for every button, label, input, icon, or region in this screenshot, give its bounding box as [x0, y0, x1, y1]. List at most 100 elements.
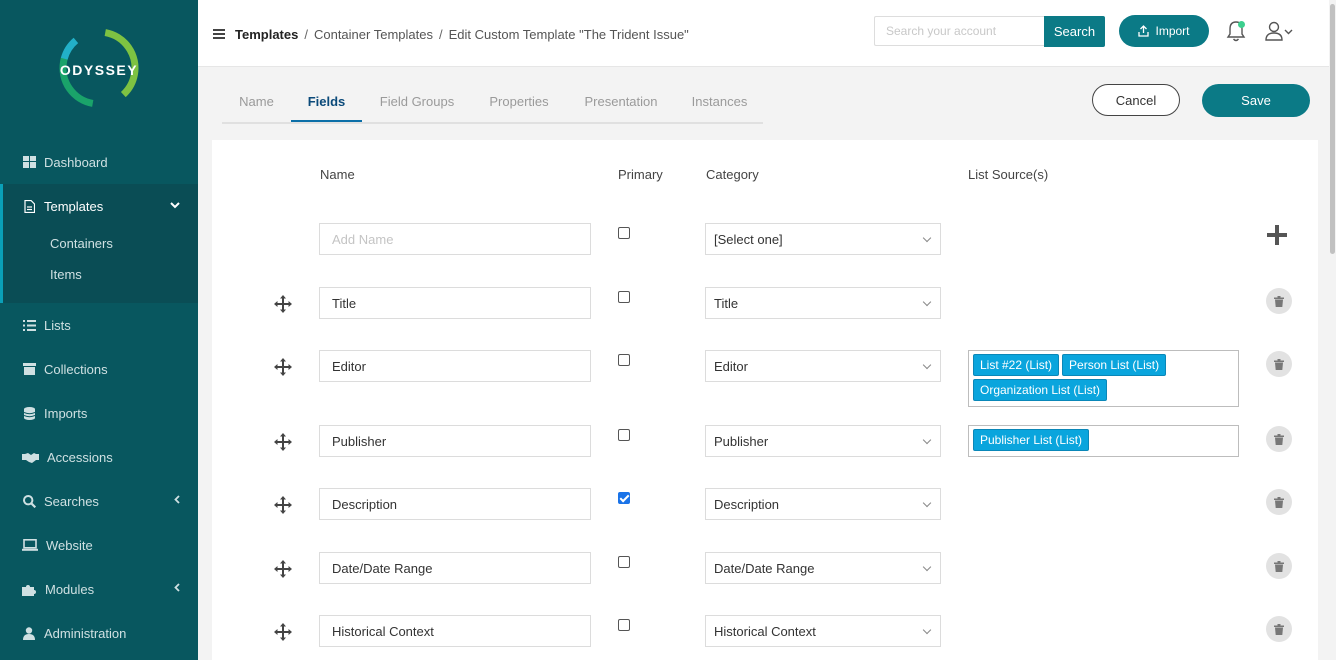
field-name-input[interactable] — [319, 287, 591, 319]
sidebar-item-templates[interactable]: Templates — [3, 184, 198, 228]
sidebar-item-administration[interactable]: Administration — [0, 611, 198, 655]
import-button[interactable]: Import — [1119, 15, 1209, 47]
breadcrumb: Templates / Container Templates / Edit Custo… — [235, 27, 689, 42]
field-name-input[interactable] — [319, 350, 591, 382]
save-button[interactable]: Save — [1202, 84, 1310, 117]
primary-checkbox[interactable] — [618, 556, 630, 568]
document-icon — [22, 199, 36, 213]
sidebar-subitem-items[interactable]: Items — [3, 259, 198, 303]
category-select-value: Title — [714, 295, 739, 311]
category-select[interactable]: Historical Context — [705, 615, 941, 647]
category-select[interactable]: Publisher — [705, 425, 941, 457]
list-source-tag[interactable]: Organization List (List) — [973, 379, 1108, 401]
breadcrumb-item-templates[interactable]: Templates — [235, 27, 298, 42]
menu-icon[interactable] — [213, 29, 225, 39]
sidebar-item-lists[interactable]: Lists — [0, 303, 198, 347]
sidebar-item-accessions[interactable]: Accessions — [0, 435, 198, 479]
delete-field-button[interactable] — [1266, 489, 1292, 515]
chevron-down-icon — [170, 201, 180, 212]
sidebar-item-label: Templates — [44, 198, 104, 214]
primary-checkbox[interactable] — [618, 492, 630, 504]
sidebar-subitem-containers[interactable]: Containers — [3, 228, 198, 259]
chevron-left-icon — [174, 583, 180, 595]
search-input[interactable] — [874, 16, 1044, 46]
sidebar-item-label: Collections — [44, 361, 108, 377]
column-header-primary: Primary — [618, 167, 663, 182]
drag-handle-icon[interactable] — [274, 560, 292, 581]
category-select[interactable]: Title — [705, 287, 941, 319]
sidebar-item-label: Website — [46, 537, 93, 553]
primary-checkbox[interactable] — [618, 291, 630, 303]
tab-name[interactable]: Name — [222, 86, 291, 122]
dashboard-icon — [22, 155, 36, 169]
tab-fields[interactable]: Fields — [291, 86, 362, 122]
breadcrumb-item-container-templates[interactable]: Container Templates — [314, 27, 433, 42]
template-tabs: Name Fields Field Groups Properties Pres… — [222, 86, 763, 124]
sidebar-item-dashboard[interactable]: Dashboard — [0, 140, 198, 184]
list-source-tag[interactable]: List #22 (List) — [973, 354, 1060, 376]
sidebar-item-website[interactable]: Website — [0, 523, 198, 567]
list-source-tag[interactable]: Publisher List (List) — [973, 429, 1090, 451]
sidebar-item-modules[interactable]: Modules — [0, 567, 198, 611]
field-name-input[interactable] — [319, 425, 591, 457]
category-select-value: Historical Context — [714, 623, 816, 639]
user-menu[interactable] — [1265, 21, 1295, 44]
list-sources-field[interactable]: List #22 (List) Person List (List) Organiz… — [968, 350, 1239, 407]
tab-presentation[interactable]: Presentation — [566, 86, 676, 122]
drag-handle-icon[interactable] — [274, 433, 292, 454]
sidebar-item-label: Administration — [44, 625, 127, 641]
column-header-name: Name — [320, 167, 355, 182]
delete-field-button[interactable] — [1266, 351, 1292, 377]
field-name-input[interactable] — [319, 615, 591, 647]
category-select[interactable]: Description — [705, 488, 941, 520]
drag-handle-icon[interactable] — [274, 295, 292, 316]
delete-field-button[interactable] — [1266, 553, 1292, 579]
sidebar-item-label: Modules — [45, 581, 95, 597]
drag-handle-icon[interactable] — [274, 358, 292, 379]
delete-field-button[interactable] — [1266, 616, 1292, 642]
primary-checkbox[interactable] — [618, 227, 630, 239]
add-name-input[interactable] — [319, 223, 591, 255]
drag-handle-icon[interactable] — [274, 496, 292, 517]
list-source-tag[interactable]: Person List (List) — [1062, 354, 1167, 376]
primary-checkbox[interactable] — [618, 429, 630, 441]
sidebar-item-label: Accessions — [47, 449, 113, 465]
trash-icon — [1274, 560, 1284, 572]
field-name-input[interactable] — [319, 552, 591, 584]
sidebar-item-searches[interactable]: Searches — [0, 479, 198, 523]
category-select[interactable]: Editor — [705, 350, 941, 382]
category-select[interactable]: Date/Date Range — [705, 552, 941, 584]
chevron-down-icon — [922, 360, 932, 370]
primary-checkbox[interactable] — [618, 354, 630, 366]
laptop-icon — [22, 538, 38, 552]
puzzle-icon — [22, 582, 37, 596]
drag-handle-icon[interactable] — [274, 623, 292, 644]
trash-icon — [1274, 623, 1284, 635]
trash-icon — [1274, 295, 1284, 307]
category-select-value: Date/Date Range — [714, 560, 815, 576]
primary-checkbox[interactable] — [618, 619, 630, 631]
delete-field-button[interactable] — [1266, 288, 1292, 314]
sidebar-item-imports[interactable]: Imports — [0, 391, 198, 435]
breadcrumb-separator: / — [304, 27, 308, 42]
odyssey-logo[interactable]: ODYSSEY — [58, 27, 140, 109]
cancel-button[interactable]: Cancel — [1092, 84, 1180, 116]
sidebar-item-collections[interactable]: Collections — [0, 347, 198, 391]
tab-properties[interactable]: Properties — [472, 86, 566, 122]
list-sources-field[interactable]: Publisher List (List) — [968, 425, 1239, 457]
delete-field-button[interactable] — [1266, 426, 1292, 452]
page-scrollbar[interactable] — [1329, 0, 1336, 660]
field-name-input[interactable] — [319, 488, 591, 520]
chevron-down-icon — [922, 435, 932, 445]
category-select[interactable]: [Select one] — [705, 223, 941, 255]
handshake-icon — [22, 450, 39, 464]
tab-instances[interactable]: Instances — [676, 86, 763, 122]
column-header-list-sources: List Source(s) — [968, 167, 1049, 182]
scrollbar-thumb[interactable] — [1330, 4, 1335, 254]
brand-name: ODYSSEY — [59, 62, 139, 78]
search-button[interactable]: Search — [1044, 16, 1105, 47]
breadcrumb-item-current: Edit Custom Template "The Trident Issue" — [448, 27, 689, 42]
collections-icon — [22, 362, 36, 376]
add-field-plus-icon[interactable] — [1265, 223, 1289, 250]
tab-field-groups[interactable]: Field Groups — [362, 86, 472, 122]
